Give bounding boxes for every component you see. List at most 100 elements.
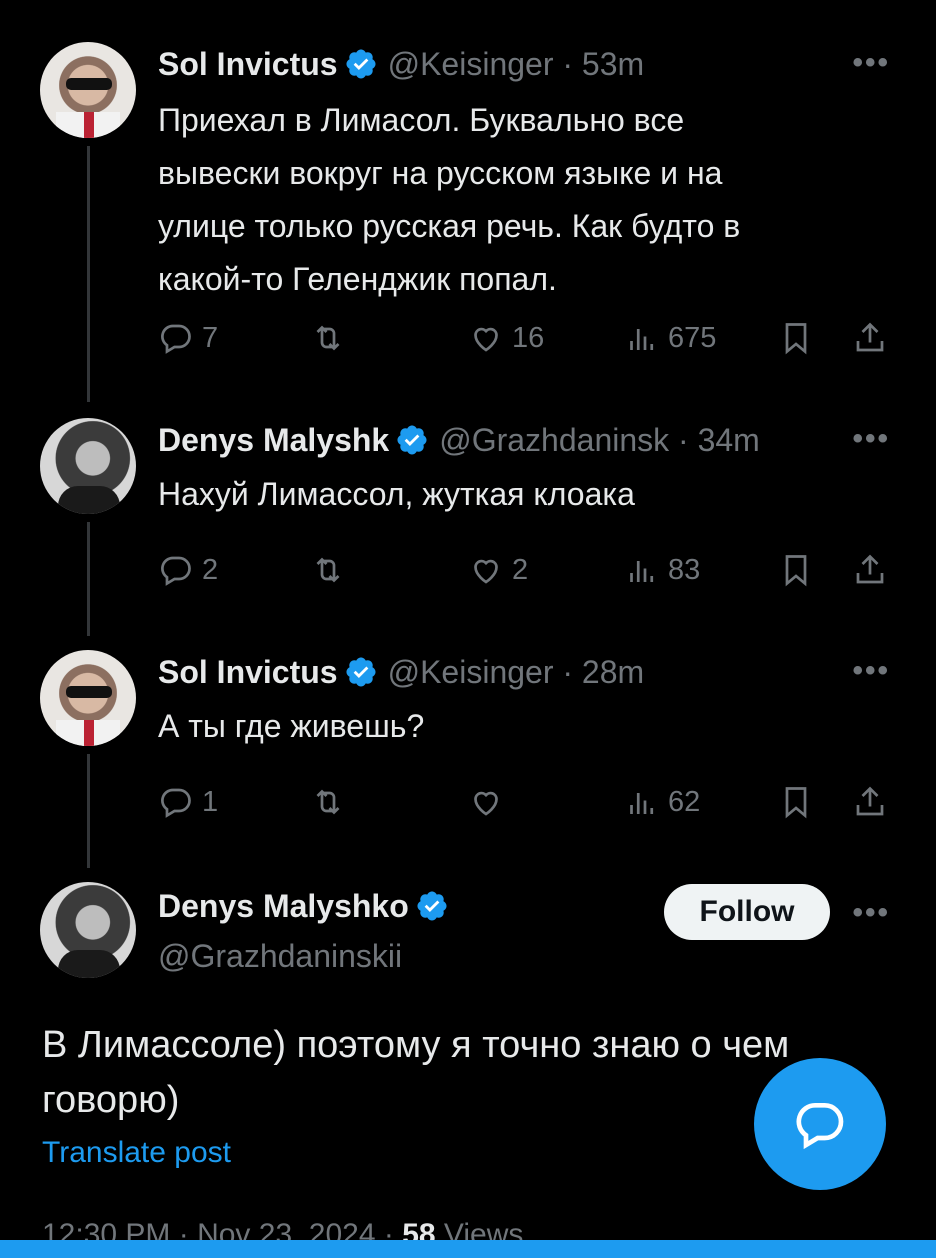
text-line: Приехал в Лимасол. Буквально все bbox=[158, 102, 685, 138]
tweet-time[interactable]: 53m bbox=[582, 46, 644, 83]
share-icon bbox=[856, 786, 884, 816]
author-name[interactable]: Sol Invictus bbox=[158, 654, 338, 691]
tweet-header: Sol Invictus @Keisinger · 53m bbox=[158, 42, 644, 86]
bookmark-icon bbox=[785, 323, 807, 355]
like-icon bbox=[474, 559, 498, 584]
more-icon[interactable]: ••• bbox=[852, 46, 890, 80]
repost-icon bbox=[316, 789, 340, 815]
like-icon bbox=[474, 791, 498, 816]
like-icon bbox=[474, 327, 498, 352]
avatar-suit bbox=[58, 486, 120, 514]
reply-icon bbox=[161, 324, 191, 354]
bookmark-icon bbox=[785, 555, 807, 587]
share-button[interactable] bbox=[852, 552, 888, 588]
main-avatar[interactable] bbox=[40, 882, 136, 978]
share-button[interactable] bbox=[852, 784, 888, 820]
like-count: 16 bbox=[512, 321, 545, 354]
views-button[interactable]: 83 bbox=[624, 552, 700, 588]
more-icon[interactable]: ••• bbox=[852, 654, 890, 688]
time-separator: · bbox=[553, 653, 582, 690]
bookmark-button[interactable] bbox=[778, 552, 814, 588]
reply-icon bbox=[161, 556, 191, 586]
avatar[interactable] bbox=[40, 418, 136, 514]
translate-post-link[interactable]: Translate post bbox=[42, 1136, 231, 1170]
avatar-tie bbox=[84, 720, 94, 746]
like-button[interactable]: 16 bbox=[468, 320, 544, 356]
bookmark-button[interactable] bbox=[778, 320, 814, 356]
more-icon[interactable]: ••• bbox=[852, 896, 890, 930]
views-icon bbox=[630, 329, 654, 350]
views-count: 62 bbox=[668, 785, 701, 818]
thread-line bbox=[87, 522, 90, 636]
thread-line bbox=[87, 146, 90, 402]
avatar[interactable] bbox=[40, 42, 136, 138]
bookmark-icon bbox=[785, 787, 807, 819]
tweet-time[interactable]: 34m bbox=[698, 422, 760, 459]
author-handle[interactable]: @Grazhdaninsk bbox=[439, 422, 669, 459]
repost-button[interactable] bbox=[310, 784, 346, 820]
share-button[interactable] bbox=[852, 320, 888, 356]
like-button[interactable]: 2 bbox=[468, 552, 528, 588]
repost-button[interactable] bbox=[310, 320, 346, 356]
thread-line bbox=[87, 754, 90, 868]
reply-icon bbox=[161, 788, 191, 818]
main-author-name-row: Denys Malyshko bbox=[158, 884, 459, 928]
bottom-bar bbox=[0, 1240, 936, 1258]
like-count: 2 bbox=[512, 553, 529, 586]
main-author-handle[interactable]: @Grazhdaninskii bbox=[158, 934, 402, 978]
avatar-tie bbox=[84, 112, 94, 138]
avatar[interactable] bbox=[40, 650, 136, 746]
tweet-actions: 1 62 bbox=[158, 784, 898, 824]
text-line: какой-то Геленджик попал. bbox=[158, 261, 557, 297]
views-icon bbox=[630, 561, 654, 582]
reply-count: 7 bbox=[202, 321, 219, 354]
share-icon bbox=[856, 322, 884, 352]
text-line: В Лимассоле) поэтому я точно знаю о чем bbox=[42, 1024, 790, 1066]
repost-icon bbox=[316, 557, 340, 583]
time-separator: · bbox=[553, 45, 582, 82]
tweet-header: Denys Malyshk @Grazhdaninsk · 34m bbox=[158, 418, 848, 462]
tweet-time[interactable]: 28m bbox=[582, 654, 644, 691]
tweet-actions: 2 2 83 bbox=[158, 552, 898, 592]
follow-button[interactable]: Follow bbox=[664, 884, 830, 940]
views-count: 83 bbox=[668, 553, 701, 586]
reply-count: 1 bbox=[202, 785, 219, 818]
verified-badge-icon bbox=[397, 425, 427, 455]
tweet-actions: 7 16 675 bbox=[158, 320, 898, 360]
views-button[interactable]: 675 bbox=[624, 320, 716, 356]
views-button[interactable]: 62 bbox=[624, 784, 700, 820]
author-name[interactable]: Denys Malyshk bbox=[158, 422, 389, 459]
author-name[interactable]: Sol Invictus bbox=[158, 46, 338, 83]
like-button[interactable] bbox=[468, 784, 504, 820]
reply-count: 2 bbox=[202, 553, 219, 586]
repost-icon bbox=[316, 325, 340, 351]
tweet-text: Нахуй Лимассол, жуткая клоака bbox=[158, 468, 858, 521]
views-count: 675 bbox=[668, 321, 717, 354]
text-line: улице только русская речь. Как будто в bbox=[158, 208, 741, 244]
tweet-text: Приехал в Лимасол. Буквально все вывески… bbox=[158, 94, 858, 306]
verified-badge-icon bbox=[417, 891, 447, 921]
avatar-glasses bbox=[66, 78, 112, 90]
text-line: говорю) bbox=[42, 1079, 180, 1121]
text-line: вывески вокруг на русском языке и на bbox=[158, 155, 723, 191]
avatar-glasses bbox=[66, 686, 112, 698]
reply-button[interactable]: 1 bbox=[158, 784, 218, 820]
reply-button[interactable]: 7 bbox=[158, 320, 218, 356]
more-icon[interactable]: ••• bbox=[852, 422, 890, 456]
compose-reply-icon bbox=[796, 1102, 844, 1150]
reply-button[interactable]: 2 bbox=[158, 552, 218, 588]
views-icon bbox=[630, 793, 654, 814]
repost-button[interactable] bbox=[310, 552, 346, 588]
text-line: А ты где живешь? bbox=[158, 708, 425, 744]
tweet-header: Sol Invictus @Keisinger · 28m bbox=[158, 650, 644, 694]
main-author-name[interactable]: Denys Malyshko bbox=[158, 888, 409, 925]
verified-badge-icon bbox=[346, 49, 376, 79]
author-handle[interactable]: @Keisinger bbox=[388, 46, 554, 83]
share-icon bbox=[856, 554, 884, 584]
avatar-suit bbox=[58, 950, 120, 978]
compose-reply-button[interactable] bbox=[754, 1058, 886, 1190]
author-handle[interactable]: @Keisinger bbox=[388, 654, 554, 691]
tweet-text: А ты где живешь? bbox=[158, 700, 858, 753]
bookmark-button[interactable] bbox=[778, 784, 814, 820]
time-separator: · bbox=[669, 421, 698, 458]
